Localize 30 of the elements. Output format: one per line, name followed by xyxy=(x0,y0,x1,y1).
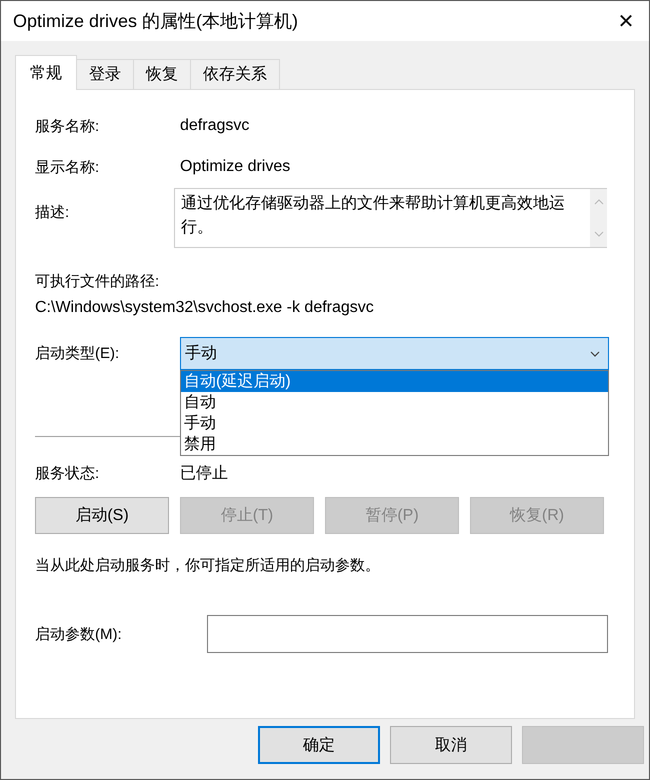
dialog-button[interactable]: 取消 xyxy=(390,726,512,764)
field-value: Optimize drives xyxy=(180,158,290,176)
chevron-up-icon[interactable] xyxy=(594,199,604,205)
field-value: 已停止 xyxy=(180,464,228,484)
tab[interactable]: 依存关系 xyxy=(190,59,280,89)
dropdown-option[interactable]: 自动 xyxy=(181,392,608,413)
field-label: 启动类型(E): xyxy=(35,344,120,363)
tab[interactable]: 常规 xyxy=(15,55,77,90)
description-text: 通过优化存储驱动器上的文件来帮助计算机更高效地运行。 xyxy=(180,194,566,238)
field-label: 服务状态: xyxy=(35,464,100,482)
path-text: C:\Windows\system32\svchost.exe -k defragsvc xyxy=(35,299,375,318)
field-label: 显示名称: xyxy=(35,158,100,176)
dropdown-option[interactable]: 手动 xyxy=(181,413,608,434)
chevron-down-icon xyxy=(590,350,600,356)
service-button[interactable]: 启动(S) xyxy=(35,497,169,534)
field-value: defragsvc xyxy=(180,117,250,135)
dialog-button[interactable]: 确定 xyxy=(258,726,380,764)
field-label: 启动参数(M): xyxy=(35,624,123,644)
chevron-down-icon[interactable] xyxy=(594,231,604,237)
startup-type-dropdown[interactable]: 手动 xyxy=(180,337,609,370)
parameters-field[interactable] xyxy=(207,615,608,653)
field-label: 服务名称: xyxy=(35,116,100,136)
scrollbar[interactable] xyxy=(590,189,607,247)
field-label: 描述: xyxy=(35,203,70,222)
field-label: 可执行文件的路径: xyxy=(35,272,160,292)
dropdown-option[interactable]: 自动(延迟启动) xyxy=(181,371,608,392)
close-button[interactable]: ✕ xyxy=(603,1,649,41)
hint-text: 当从此处启动服务时，你可指定所适用的启动参数。 xyxy=(35,556,381,575)
window-title: Optimize drives 的属性(本地计算机) xyxy=(13,10,298,33)
dropdown-option[interactable]: 禁用 xyxy=(181,434,608,455)
